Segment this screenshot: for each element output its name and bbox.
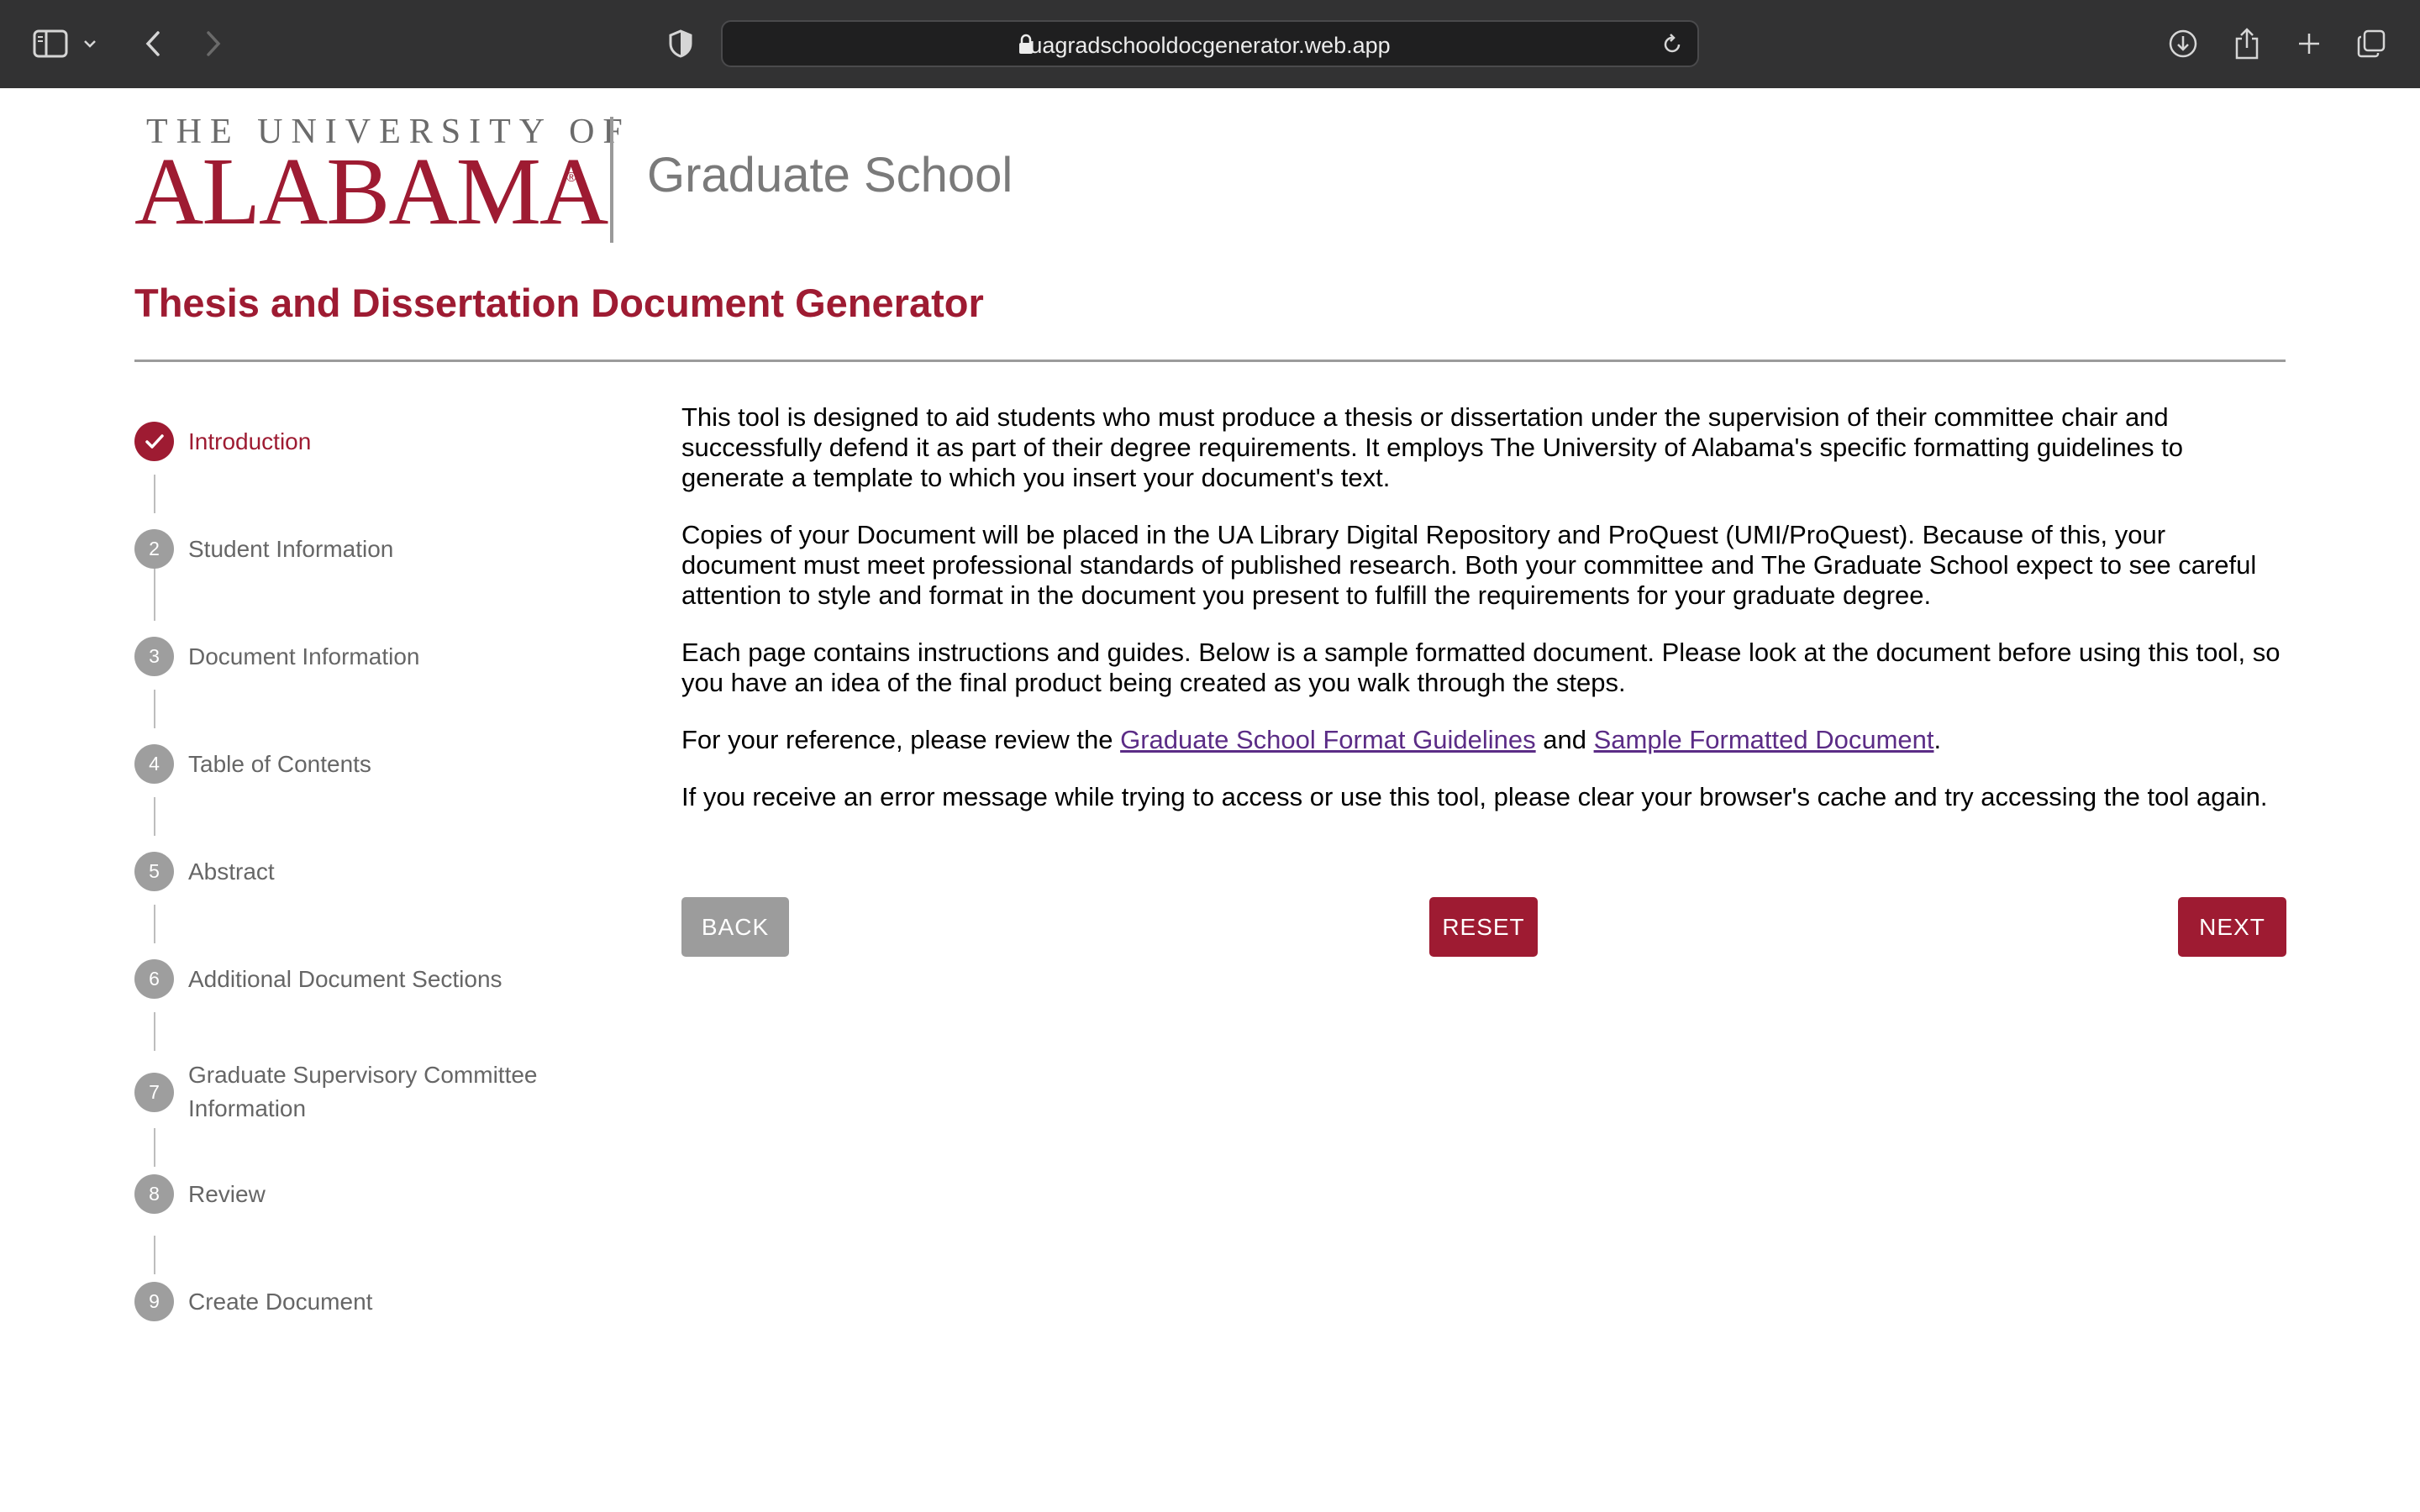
step-label: Student Information	[188, 535, 394, 562]
step-number: 9	[134, 1282, 174, 1321]
chevron-down-icon[interactable]	[77, 24, 103, 64]
address-bar[interactable]: uagradschooldocgenerator.web.app	[721, 20, 1699, 67]
reset-button[interactable]: RESET	[1429, 897, 1538, 957]
step-label: Table of Contents	[188, 750, 371, 777]
step-label: Abstract	[188, 858, 275, 885]
back-button[interactable]: BACK	[681, 897, 789, 957]
logo-graduate-school: Graduate School	[647, 148, 1013, 202]
new-tab-icon[interactable]	[2289, 24, 2329, 64]
reference-mid: and	[1535, 725, 1594, 754]
sidebar-toggle-icon[interactable]	[30, 24, 71, 64]
step-label: Create Document	[188, 1288, 373, 1315]
url-text: uagradschooldocgenerator.web.app	[1029, 33, 1391, 58]
step-number: 8	[134, 1174, 174, 1214]
step-connector	[154, 690, 155, 728]
step-student-information[interactable]: 2 Student Information	[134, 529, 393, 569]
introduction-content: This tool is designed to aid students wh…	[681, 402, 2286, 839]
forward-arrow-icon[interactable]	[193, 24, 234, 64]
reference-prefix: For your reference, please review the	[681, 725, 1121, 754]
logo-divider	[610, 117, 613, 243]
step-number: 4	[134, 744, 174, 784]
tab-overview-icon[interactable]	[2351, 24, 2391, 64]
step-graduate-supervisory-committee[interactable]: 7 Graduate Supervisory Committee Informa…	[134, 1058, 538, 1126]
back-arrow-icon[interactable]	[133, 24, 173, 64]
step-label-line: Graduate Supervisory Committee	[188, 1062, 538, 1088]
browser-toolbar: uagradschooldocgenerator.web.app	[0, 0, 2420, 88]
intro-paragraph: This tool is designed to aid students wh…	[681, 402, 2183, 492]
step-create-document[interactable]: 9 Create Document	[134, 1282, 372, 1321]
step-label: Document Information	[188, 643, 420, 669]
reference-paragraph: For your reference, please review the Gr…	[681, 725, 2286, 755]
step-connector	[154, 905, 155, 943]
step-table-of-contents[interactable]: 4 Table of Contents	[134, 744, 371, 784]
step-introduction[interactable]: Introduction	[134, 422, 311, 461]
step-number: 3	[134, 637, 174, 676]
step-connector	[154, 797, 155, 836]
page-title: Thesis and Dissertation Document Generat…	[134, 281, 984, 325]
reload-icon[interactable]	[1660, 33, 1684, 60]
logo-registered-mark: ®	[566, 171, 576, 185]
page-content: THE UNIVERSITY OF ALABAMA ® Graduate Sch…	[0, 88, 2420, 1512]
step-label: Additional Document Sections	[188, 965, 502, 992]
downloads-icon[interactable]	[2163, 24, 2203, 64]
step-label-line: Information	[188, 1095, 307, 1121]
step-number: 5	[134, 852, 174, 891]
privacy-shield-icon[interactable]	[660, 24, 701, 64]
intro-paragraph: Each page contains instructions and guid…	[681, 638, 2281, 697]
share-icon[interactable]	[2227, 24, 2267, 64]
logo-alabama: ALABAMA	[134, 138, 608, 244]
step-number: 7	[134, 1072, 174, 1112]
intro-paragraph: If you receive an error message while tr…	[681, 782, 2268, 811]
step-label: Graduate Supervisory Committee Informati…	[188, 1058, 538, 1126]
sample-document-link[interactable]: Sample Formatted Document	[1594, 725, 1934, 754]
step-number: 6	[134, 959, 174, 999]
step-abstract[interactable]: 5 Abstract	[134, 852, 275, 891]
step-document-information[interactable]: 3 Document Information	[134, 637, 419, 676]
step-connector	[154, 1236, 155, 1274]
step-connector	[154, 582, 155, 621]
step-connector	[154, 1012, 155, 1051]
step-connector	[154, 475, 155, 513]
step-additional-document-sections[interactable]: 6 Additional Document Sections	[134, 959, 502, 999]
step-label: Introduction	[188, 428, 312, 454]
step-number: 2	[134, 529, 174, 569]
intro-paragraph: Copies of your Document will be placed i…	[681, 520, 2257, 610]
step-review[interactable]: 8 Review	[134, 1174, 266, 1214]
reference-suffix: .	[1933, 725, 1942, 754]
step-label: Review	[188, 1180, 266, 1207]
format-guidelines-link[interactable]: Graduate School Format Guidelines	[1120, 725, 1536, 754]
next-button[interactable]: NEXT	[2178, 897, 2286, 957]
checkmark-icon	[134, 422, 174, 461]
step-connector	[154, 1128, 155, 1167]
university-logo[interactable]: THE UNIVERSITY OF ALABAMA ® Graduate Sch…	[134, 112, 1013, 246]
header-divider	[134, 360, 2286, 362]
